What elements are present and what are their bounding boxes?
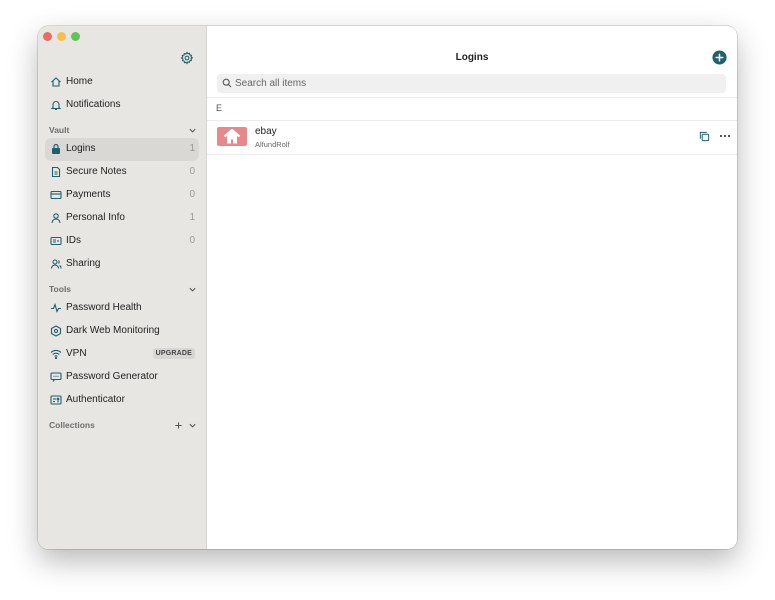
sidebar-item-label: Authenticator bbox=[66, 394, 125, 405]
page-title: Logins bbox=[455, 52, 489, 63]
sidebar-item-logins[interactable]: Logins 1 bbox=[45, 138, 199, 161]
search-input[interactable] bbox=[235, 74, 715, 93]
minimize-window-button[interactable] bbox=[57, 32, 66, 41]
sidebar-item-notifications[interactable]: Notifications bbox=[45, 94, 199, 117]
sidebar-item-authenticator[interactable]: Authenticator bbox=[45, 389, 199, 412]
copy-icon[interactable] bbox=[699, 131, 710, 142]
sidebar-item-label: Payments bbox=[66, 189, 111, 200]
collections-section-header: Collections bbox=[49, 420, 95, 430]
sidebar-item-ids[interactable]: IDs 0 bbox=[45, 230, 199, 253]
zoom-window-button[interactable] bbox=[71, 32, 80, 41]
sidebar-item-label: Dark Web Monitoring bbox=[66, 325, 160, 336]
search-bar[interactable] bbox=[217, 74, 726, 93]
divider bbox=[207, 97, 737, 98]
item-count: 0 bbox=[189, 235, 195, 246]
sidebar-item-secure-notes[interactable]: Secure Notes 0 bbox=[45, 161, 199, 184]
dark-web-icon bbox=[50, 325, 62, 337]
sidebar-item-label: Home bbox=[66, 76, 93, 87]
sidebar-item-label: Notifications bbox=[66, 99, 121, 110]
item-count: 0 bbox=[189, 189, 195, 200]
login-item-username: AlfundRolf bbox=[255, 140, 290, 149]
sidebar-item-vpn[interactable]: VPN UPGRADE bbox=[45, 343, 199, 366]
sidebar-item-label: Logins bbox=[66, 143, 96, 154]
more-options-icon[interactable] bbox=[719, 134, 731, 138]
sidebar-item-dark-web-monitoring[interactable]: Dark Web Monitoring bbox=[45, 320, 199, 343]
sidebar-item-label: IDs bbox=[66, 235, 81, 246]
tools-section-header: Tools bbox=[49, 284, 72, 294]
credit-card-icon bbox=[50, 190, 62, 200]
main-pane: Logins E ebay AlfundRolf bbox=[207, 26, 737, 549]
divider bbox=[207, 154, 737, 155]
add-item-button[interactable] bbox=[712, 50, 727, 65]
bell-icon bbox=[50, 101, 62, 111]
lock-icon bbox=[52, 143, 60, 154]
authenticator-icon bbox=[50, 395, 62, 405]
sharing-icon bbox=[50, 259, 62, 269]
sidebar-item-sharing[interactable]: Sharing bbox=[45, 253, 199, 276]
generator-icon bbox=[50, 372, 62, 382]
sidebar-item-label: VPN bbox=[66, 348, 87, 359]
sidebar-item-label: Password Health bbox=[66, 302, 142, 313]
sidebar-item-label: Secure Notes bbox=[66, 166, 127, 177]
item-count: 1 bbox=[189, 212, 195, 223]
sidebar-item-password-generator[interactable]: Password Generator bbox=[45, 366, 199, 389]
item-count: 1 bbox=[189, 143, 195, 154]
sidebar-item-personal-info[interactable]: Personal Info 1 bbox=[45, 207, 199, 230]
close-window-button[interactable] bbox=[43, 32, 52, 41]
item-count: 0 bbox=[189, 166, 195, 177]
login-thumbnail bbox=[217, 127, 247, 146]
search-icon bbox=[222, 78, 232, 88]
login-item-row[interactable]: ebay AlfundRolf bbox=[207, 120, 737, 154]
sidebar-item-home[interactable]: Home bbox=[45, 71, 199, 94]
pulse-icon bbox=[51, 302, 61, 314]
home-icon bbox=[51, 77, 61, 87]
wifi-icon bbox=[50, 349, 62, 360]
sidebar-item-password-health[interactable]: Password Health bbox=[45, 297, 199, 320]
vault-section-header: Vault bbox=[49, 125, 70, 135]
chevron-down-icon[interactable] bbox=[188, 285, 197, 294]
note-icon bbox=[51, 166, 61, 178]
upgrade-badge[interactable]: UPGRADE bbox=[152, 348, 195, 359]
person-icon bbox=[51, 213, 61, 224]
sidebar-item-label: Password Generator bbox=[66, 371, 158, 382]
sidebar-item-payments[interactable]: Payments 0 bbox=[45, 184, 199, 207]
plus-icon[interactable] bbox=[174, 421, 183, 430]
group-letter: E bbox=[216, 103, 223, 113]
chevron-down-icon[interactable] bbox=[188, 126, 197, 135]
sidebar: Home Notifications Vault Logins 1 Secure… bbox=[38, 26, 207, 549]
sidebar-item-label: Personal Info bbox=[66, 212, 125, 223]
house-icon bbox=[223, 128, 241, 144]
sidebar-item-label: Sharing bbox=[66, 258, 101, 269]
login-item-name: ebay bbox=[255, 126, 277, 137]
id-card-icon bbox=[50, 236, 62, 246]
app-window: Home Notifications Vault Logins 1 Secure… bbox=[38, 26, 737, 549]
settings-gear-icon[interactable] bbox=[180, 51, 194, 65]
chevron-down-icon[interactable] bbox=[188, 421, 197, 430]
